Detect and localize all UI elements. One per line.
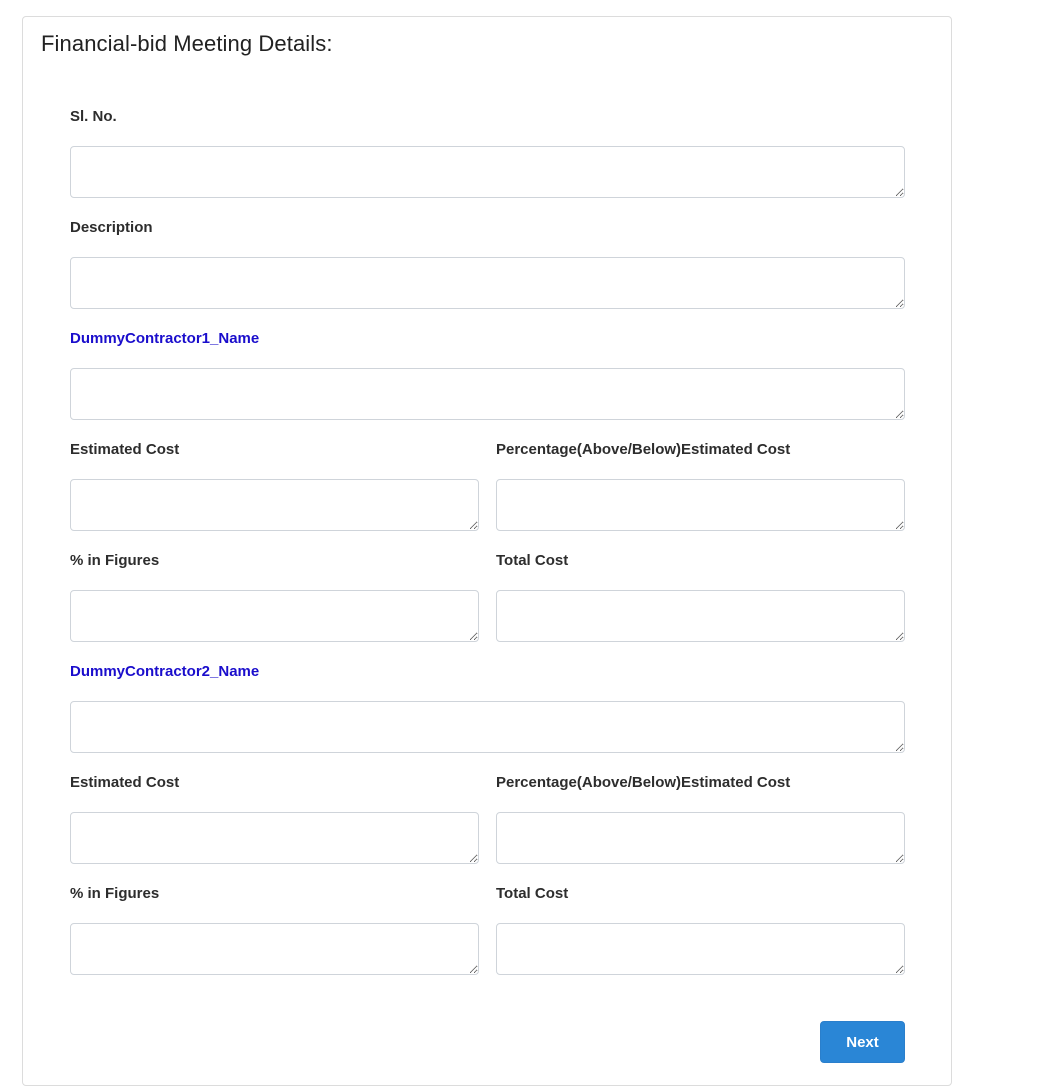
contractor2-estimated-cost-field[interactable] [70,812,479,864]
description-label: Description [70,219,153,236]
contractor1-percentage-label: Percentage(Above/Below)Estimated Cost [496,441,791,458]
contractor1-estimated-cost-label: Estimated Cost [70,441,180,458]
contractor2-estimated-cost-label: Estimated Cost [70,774,180,791]
contractor2-name-label: DummyContractor2_Name [70,663,260,680]
contractor1-percent-figures-label: % in Figures [70,552,160,569]
next-button[interactable]: Next [820,1021,905,1063]
contractor2-percent-figures-field[interactable] [70,923,479,975]
contractor1-percent-figures-field[interactable] [70,590,479,642]
contractor2-name-field[interactable] [70,701,905,753]
contractor2-percentage-label: Percentage(Above/Below)Estimated Cost [496,774,791,791]
contractor2-total-cost-field[interactable] [496,923,905,975]
contractor1-total-cost-field[interactable] [496,590,905,642]
description-field[interactable] [70,257,905,309]
contractor1-name-field[interactable] [70,368,905,420]
contractor1-estimated-cost-field[interactable] [70,479,479,531]
sl-no-label: Sl. No. [70,108,117,125]
contractor1-total-cost-label: Total Cost [496,552,569,569]
contractor1-percentage-field[interactable] [496,479,905,531]
page-title: Financial-bid Meeting Details: [41,31,333,56]
contractor2-percent-figures-label: % in Figures [70,885,160,902]
sl-no-field[interactable] [70,146,905,198]
contractor1-name-label: DummyContractor1_Name [70,330,260,347]
financial-bid-card: Financial-bid Meeting Details: Sl. No. D… [22,16,952,1086]
contractor2-total-cost-label: Total Cost [496,885,569,902]
contractor2-percentage-field[interactable] [496,812,905,864]
